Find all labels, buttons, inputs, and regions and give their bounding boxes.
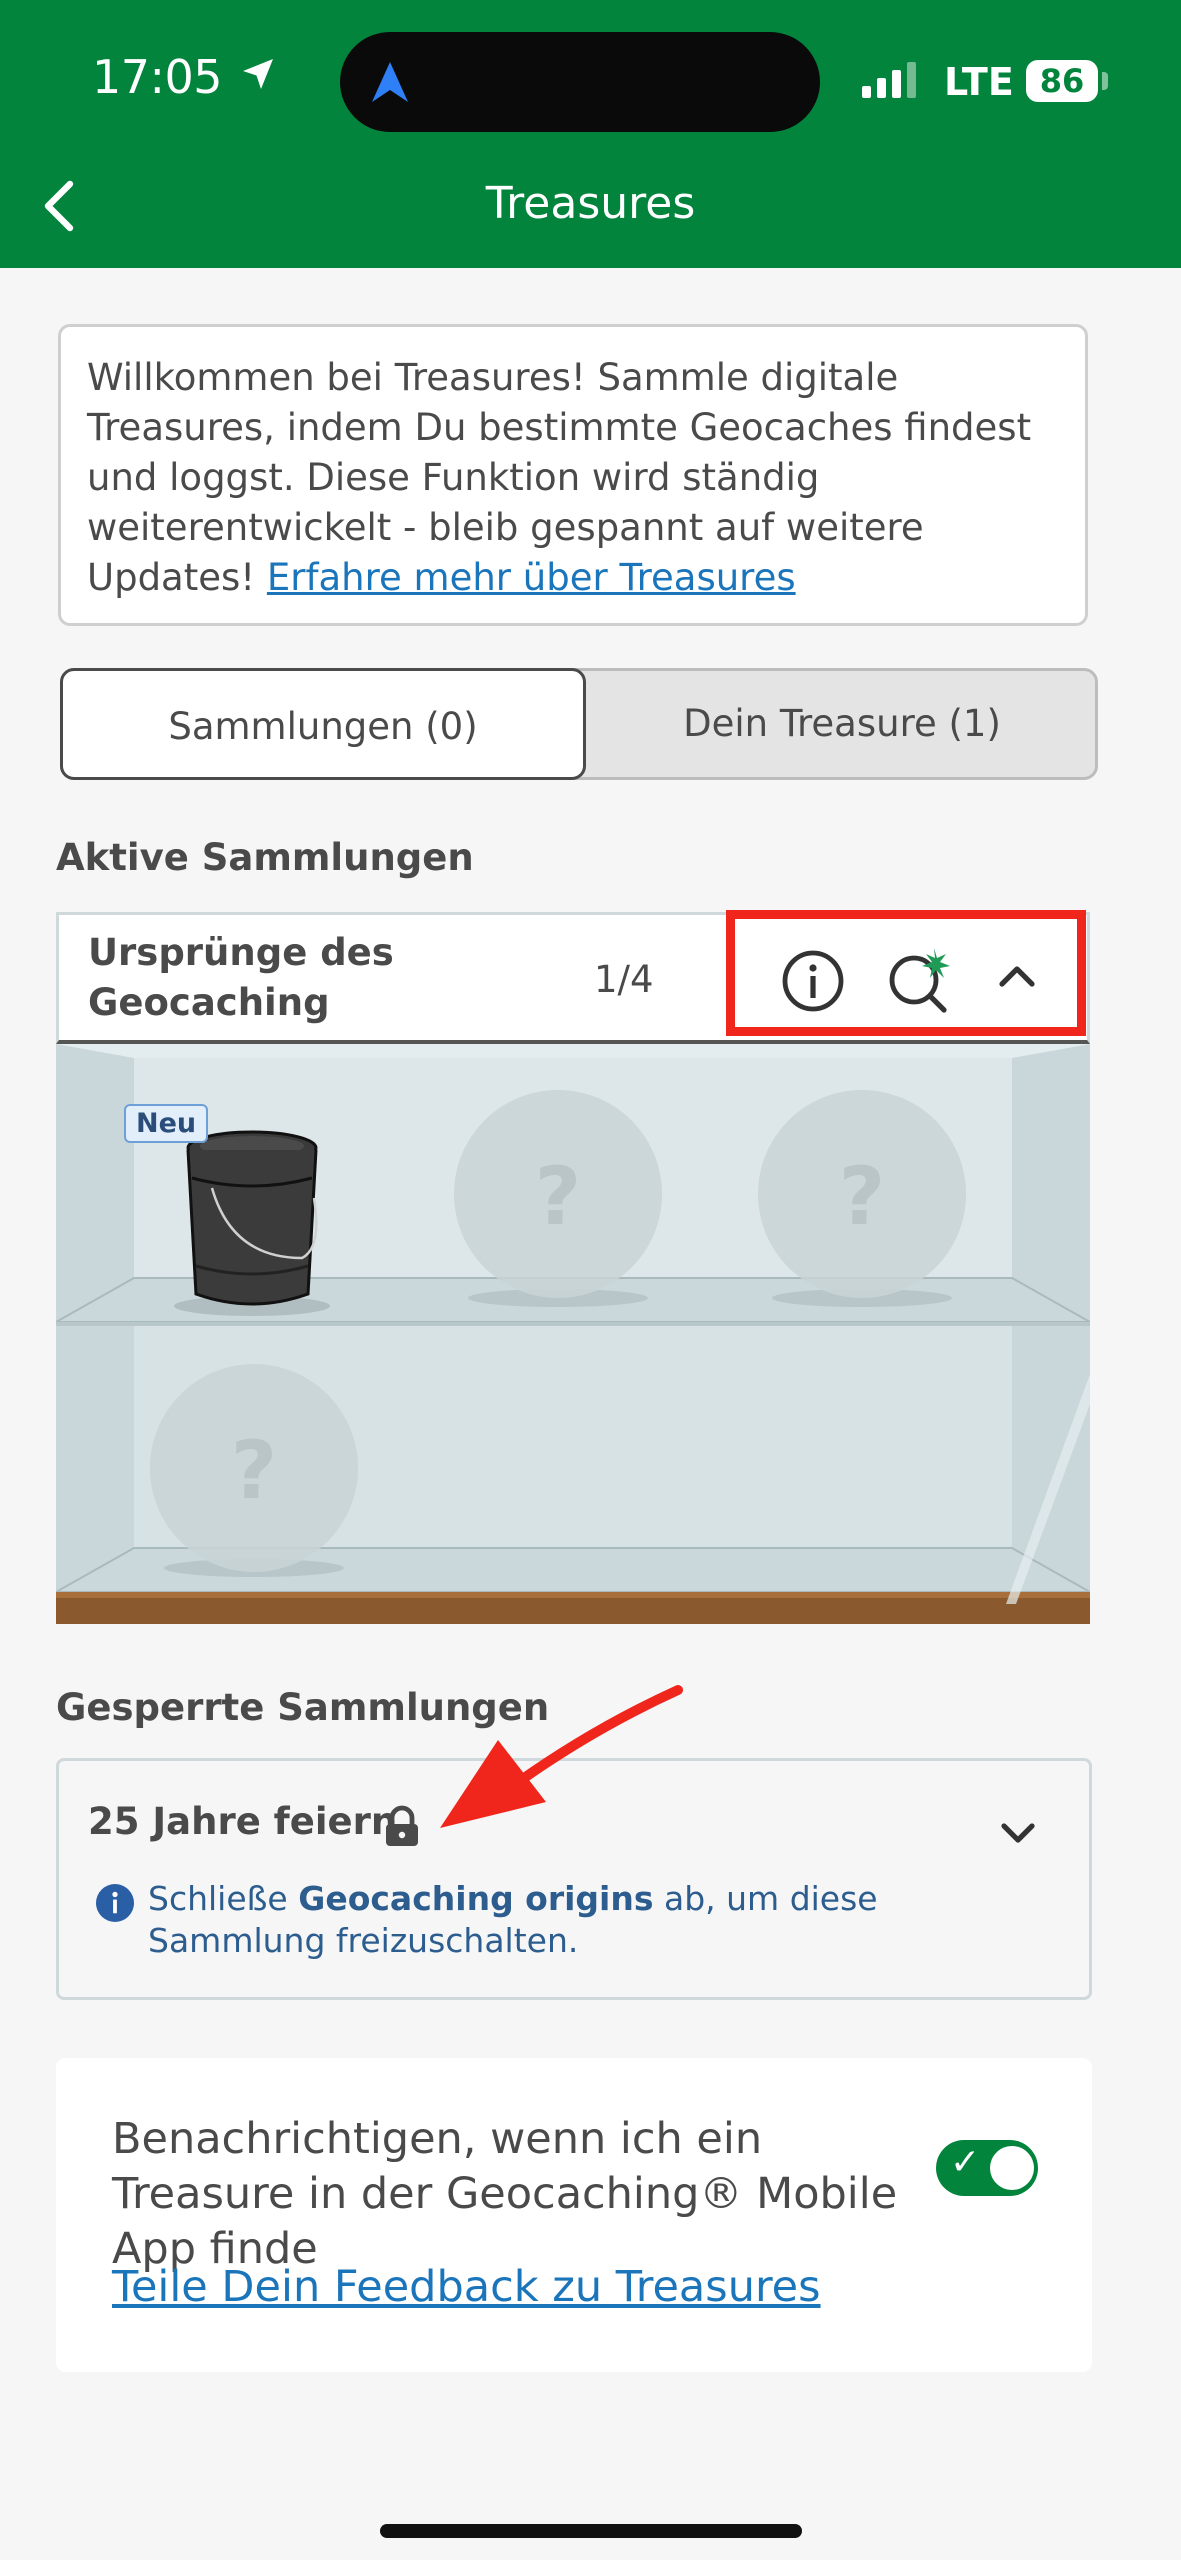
locked-collection-message: Schließe Geocaching origins ab, um diese… bbox=[148, 1878, 1048, 1962]
network-label: LTE bbox=[944, 60, 1014, 104]
unknown-mark: ? bbox=[230, 1424, 278, 1517]
new-badge: Neu bbox=[124, 1104, 209, 1143]
intro-box: Willkommen bei Treasures! Sammle digital… bbox=[58, 324, 1088, 626]
message-prefix: Schließe bbox=[148, 1879, 299, 1918]
signal-icon bbox=[862, 62, 916, 98]
info-button[interactable] bbox=[780, 948, 846, 1014]
learn-more-link[interactable]: Erfahre mehr über Treasures bbox=[267, 556, 796, 599]
collection-progress: 1/4 bbox=[594, 958, 654, 1001]
tab-your-treasure[interactable]: Dein Treasure (1) bbox=[586, 668, 1098, 780]
annotation-arrow-icon bbox=[440, 1685, 683, 1828]
lock-icon bbox=[386, 1805, 418, 1846]
tab-bar: Sammlungen (0) Dein Treasure (1) bbox=[60, 668, 1098, 780]
tab-collections[interactable]: Sammlungen (0) bbox=[60, 668, 586, 780]
chevron-down-icon[interactable] bbox=[994, 1808, 1042, 1856]
info-icon bbox=[96, 1884, 134, 1922]
status-time: 17:05 bbox=[92, 50, 223, 104]
navigation-icon bbox=[372, 62, 408, 102]
notification-label: Benachrichtigen, wenn ich ein Treasure i… bbox=[112, 2114, 898, 2274]
feedback-link[interactable]: Teile Dein Feedback zu Treasures bbox=[112, 2262, 821, 2312]
unknown-mark: ? bbox=[838, 1150, 886, 1243]
collection-name: Ursprünge des Geocaching bbox=[88, 931, 394, 1024]
toggle-knob bbox=[990, 2146, 1034, 2190]
bucket-treasure[interactable] bbox=[182, 1128, 326, 1312]
battery-icon: 86 bbox=[1026, 60, 1098, 102]
page-title: Treasures bbox=[485, 178, 696, 229]
message-bold: Geocaching origins bbox=[298, 1879, 654, 1918]
location-arrow-icon bbox=[243, 59, 273, 89]
battery-tip bbox=[1102, 72, 1108, 90]
home-indicator[interactable] bbox=[380, 2524, 802, 2538]
check-icon: ✓ bbox=[950, 2142, 981, 2183]
locked-collection-title: 25 Jahre feiern bbox=[88, 1800, 398, 1843]
unknown-mark: ? bbox=[534, 1150, 582, 1243]
chevron-up-icon[interactable] bbox=[992, 952, 1042, 1002]
active-collections-heading: Aktive Sammlungen bbox=[56, 836, 474, 879]
search-treasure-icon[interactable] bbox=[884, 944, 954, 1014]
dynamic-island bbox=[340, 32, 820, 132]
